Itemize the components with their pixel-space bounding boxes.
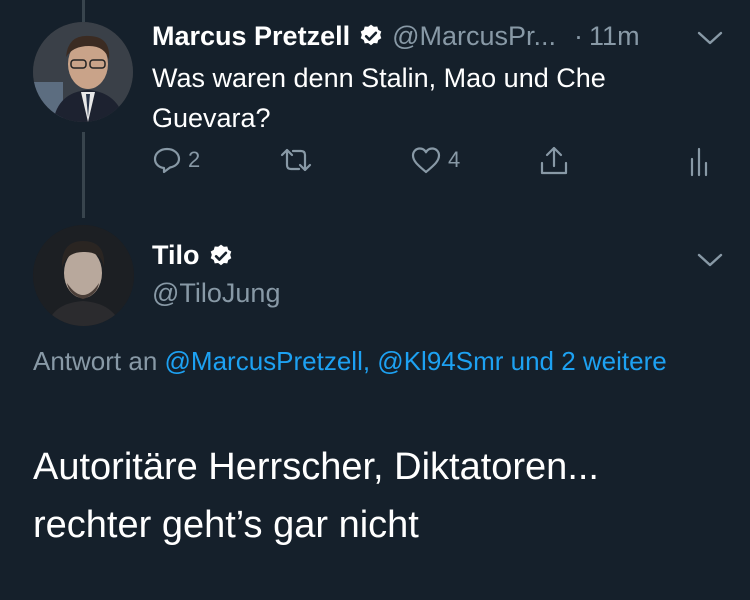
reply-mentions-link[interactable]: @MarcusPretzell, @Kl94Smr und 2 weitere bbox=[165, 346, 667, 376]
avatar-image bbox=[33, 225, 134, 326]
tweet-timestamp[interactable]: 11m bbox=[589, 21, 640, 52]
chevron-down-icon[interactable] bbox=[696, 250, 724, 270]
thread-line-connector bbox=[82, 132, 85, 218]
separator-dot: · bbox=[574, 20, 584, 51]
reply-to-context: Antwort an @MarcusPretzell, @Kl94Smr und… bbox=[33, 340, 713, 383]
tweet-actions-bar: 2 4 bbox=[152, 145, 722, 185]
reply-prefix: Antwort an bbox=[33, 346, 158, 376]
retweet-button[interactable] bbox=[278, 145, 314, 175]
reply-icon bbox=[153, 147, 181, 174]
author-name[interactable]: Tilo bbox=[152, 240, 200, 271]
reply-button[interactable]: 2 bbox=[152, 145, 200, 175]
thread-line-top bbox=[82, 0, 85, 22]
tweet-text-line: rechter geht’s gar nicht bbox=[33, 504, 419, 546]
chevron-down-icon[interactable] bbox=[696, 28, 724, 48]
avatar-image bbox=[33, 22, 133, 122]
share-icon bbox=[540, 146, 568, 175]
like-icon bbox=[411, 147, 441, 174]
tweet2-name-row: Tilo bbox=[152, 240, 242, 271]
tweet-text: Was waren denn Stalin, Mao und Che Gueva… bbox=[152, 63, 606, 133]
tweet1-header: Marcus Pretzell @MarcusPr... · 11m bbox=[152, 18, 724, 54]
verified-badge-icon bbox=[210, 244, 231, 265]
analytics-icon bbox=[690, 147, 708, 177]
analytics-button[interactable] bbox=[687, 145, 711, 177]
like-count: 4 bbox=[448, 147, 461, 172]
reply-count: 2 bbox=[188, 147, 201, 172]
author-name[interactable]: Marcus Pretzell bbox=[152, 21, 350, 52]
avatar-tilo[interactable] bbox=[33, 225, 134, 326]
author-handle[interactable]: @TiloJung bbox=[152, 278, 280, 309]
retweet-icon bbox=[280, 148, 312, 172]
like-button[interactable]: 4 bbox=[410, 145, 460, 175]
share-button[interactable] bbox=[538, 145, 570, 177]
avatar-marcus-pretzell[interactable] bbox=[33, 22, 133, 122]
author-handle[interactable]: @MarcusPr... bbox=[392, 21, 556, 52]
tweet-text-line: Autoritäre Herrscher, Diktatoren... bbox=[33, 446, 599, 488]
verified-badge-icon bbox=[360, 24, 382, 46]
tweet-text: Autoritäre Herrscher, Diktatoren... rech… bbox=[33, 438, 723, 554]
